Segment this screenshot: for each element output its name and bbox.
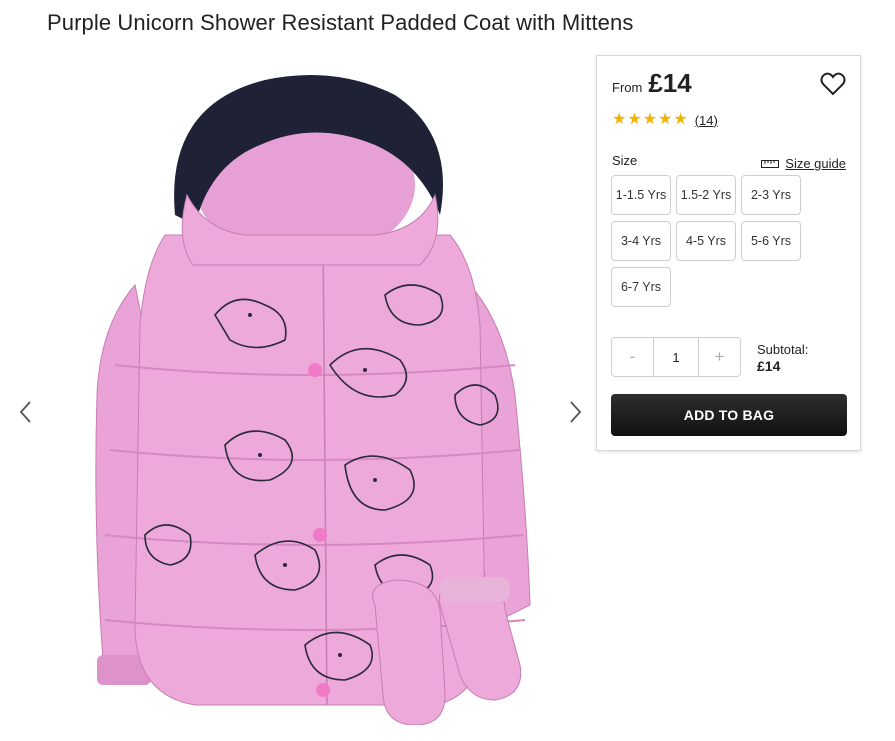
chevron-right-icon[interactable]	[566, 398, 584, 426]
star-icon: ★	[673, 111, 688, 128]
size-label: Size	[612, 153, 638, 168]
review-count-link[interactable]: (14)	[695, 113, 718, 128]
star-icon: ★	[658, 111, 673, 128]
price-prefix: From	[612, 80, 643, 95]
rating: ★ ★ ★ ★ ★ (14)	[612, 112, 718, 128]
product-title: Purple Unicorn Shower Resistant Padded C…	[47, 10, 634, 35]
quantity-input[interactable]	[653, 338, 699, 376]
size-guide-label: Size guide	[785, 156, 846, 171]
quantity-decrement-button[interactable]: -	[612, 338, 653, 376]
purchase-panel: From £14 ★ ★ ★ ★ ★ (14) Size Size guide …	[596, 55, 861, 451]
price: £14	[648, 68, 692, 98]
size-option-2-3[interactable]: 2-3 Yrs	[741, 175, 801, 215]
price-row: From £14	[612, 68, 692, 99]
star-icon: ★	[612, 111, 627, 128]
size-guide-link[interactable]: Size guide	[761, 156, 846, 171]
size-option-1-1.5[interactable]: 1-1.5 Yrs	[611, 175, 671, 215]
size-option-6-7[interactable]: 6-7 Yrs	[611, 267, 671, 307]
product-image	[95, 75, 531, 725]
size-option-3-4[interactable]: 3-4 Yrs	[611, 221, 671, 261]
size-option-1.5-2[interactable]: 1.5-2 Yrs	[676, 175, 736, 215]
add-to-bag-button[interactable]: ADD TO BAG	[611, 394, 847, 436]
subtotal-value: £14	[757, 358, 781, 374]
star-icon: ★	[627, 111, 642, 128]
product-gallery	[0, 55, 590, 741]
size-option-4-5[interactable]: 4-5 Yrs	[676, 221, 736, 261]
star-icon: ★	[642, 111, 658, 128]
subtotal: Subtotal: £14	[757, 341, 808, 375]
subtotal-label: Subtotal:	[757, 342, 809, 357]
size-option-5-6[interactable]: 5-6 Yrs	[741, 221, 801, 261]
heart-icon[interactable]	[820, 72, 846, 101]
chevron-left-icon[interactable]	[17, 398, 35, 426]
ruler-icon	[761, 159, 780, 168]
quantity-stepper: - +	[611, 337, 741, 377]
quantity-increment-button[interactable]: +	[699, 338, 740, 376]
